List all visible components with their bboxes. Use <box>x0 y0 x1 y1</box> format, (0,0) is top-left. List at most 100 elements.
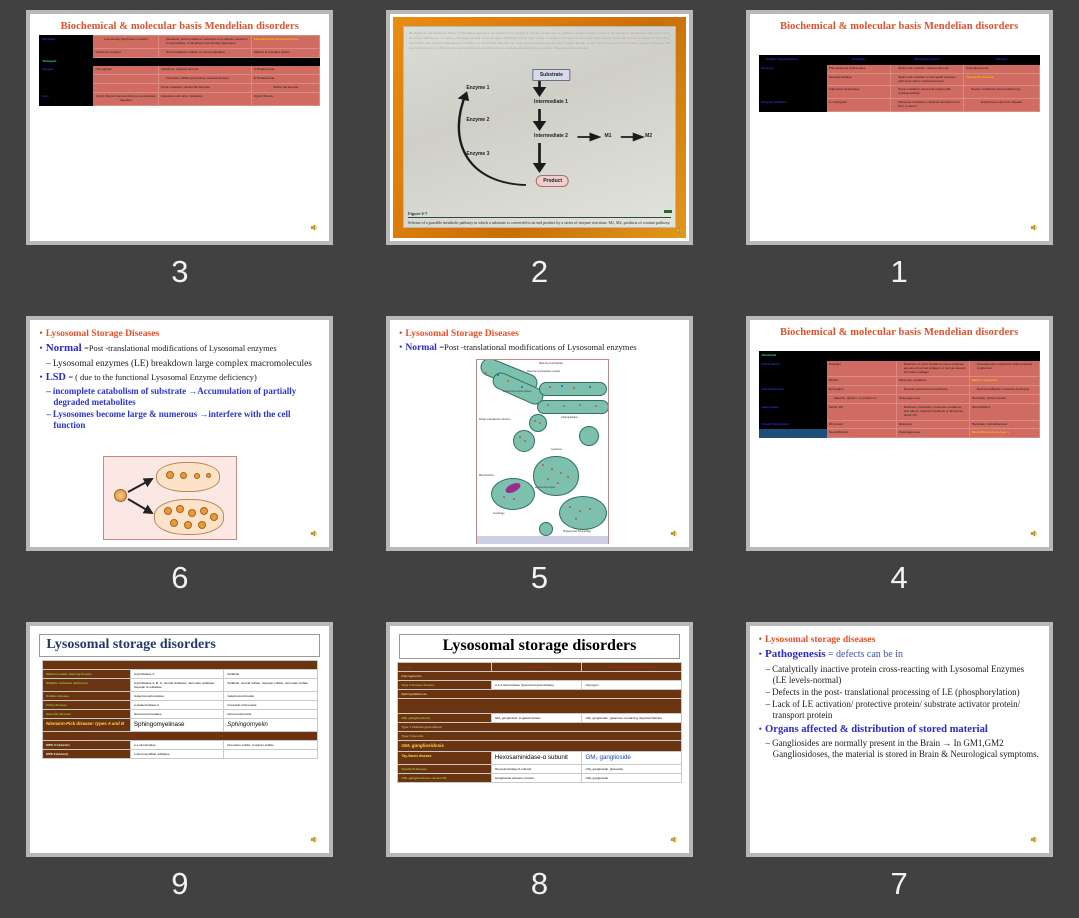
slide-cell-5[interactable]: • Lysosomal Storage Diseases • Normal =Pos… <box>360 306 720 612</box>
cell: Emphysema and liver disease <box>963 98 1040 112</box>
speaker-icon[interactable] <box>670 835 679 844</box>
cell: Cystic fibrosis <box>250 92 321 106</box>
cell: Arylsulfatase A, B, C; steroid sulfatase… <box>129 678 225 693</box>
sub-bullet: – Catalytically inactive protein cross-re… <box>765 663 1025 685</box>
cell-key: Type 2-Pompe disease <box>397 680 492 691</box>
slide-cell-6[interactable]: • Lysosomal Storage Diseases • Normal =Pos… <box>0 306 360 612</box>
slide-number-2: 2 <box>530 254 549 289</box>
col-header: Example <box>825 55 892 65</box>
table-section-row: GM₂ gangliosidosis <box>397 740 682 753</box>
speaker-icon[interactable] <box>670 529 679 538</box>
cell: Collagen <box>825 359 897 378</box>
table-row: Fabry disease α-Galactosidase A Ceramide… <box>42 700 318 711</box>
cell: Vitamin D receptor <box>92 47 160 58</box>
cell: Marfan syndrome <box>968 376 1040 387</box>
table-section-row: Type 1 infantile generalized <box>397 722 682 733</box>
table-row: Gaucher disease Glucocerebrosidase Gluco… <box>42 709 318 720</box>
slide-thumbnail-8[interactable]: Lysosomal storage disorders Disease Enzy… <box>385 622 693 857</box>
cell-key: Multiple sulfatase deficiency <box>42 678 131 693</box>
cell: Fibrillin <box>825 376 897 387</box>
speaker-icon[interactable] <box>310 835 319 844</box>
table-row: Type 2-Pompe disease α-1,4-Glucosidase (… <box>397 680 682 691</box>
slide-thumbnail-3[interactable]: Biochemical & molecular basis Mendelian … <box>26 10 334 245</box>
slide-9-content: Lysosomal storage disorders Sulfatidoses… <box>33 629 327 850</box>
slide-thumbnail-9[interactable]: Lysosomal storage disorders Sulfatidoses… <box>26 622 334 857</box>
cell: Missense mutations: impaired secretion f… <box>890 98 965 112</box>
table-row: Metachromatic leukodystrophy Arylsulfata… <box>42 669 318 680</box>
slide-number-4: 4 <box>890 560 908 595</box>
cell: α-L-Iduronidase <box>129 740 225 751</box>
table-section-row <box>397 698 682 715</box>
cell: Ganglioside activator protein <box>490 773 583 784</box>
table-section-row: Structural <box>758 351 1040 361</box>
cell: Deletion with reduced synthesis <box>895 385 970 396</box>
slide-cell-4[interactable]: Biochemical & molecular basis Mendelian … <box>719 306 1079 612</box>
slide-cell-2[interactable]: Biochemical and Molecular Basis of Mende… <box>360 0 720 306</box>
slide-4-title: Biochemical & molecular basis Mendelian … <box>779 327 1019 338</box>
cell: Deletions, insertions, nonsense mutation… <box>895 403 970 421</box>
table-row: GM₂ gangliosidosis variant AB Gangliosid… <box>397 773 682 784</box>
speaker-icon[interactable] <box>674 226 683 235</box>
cell <box>92 83 160 94</box>
table-row: Enzyme Phenylalanine hydroxylase Splice … <box>758 63 1040 74</box>
slide-thumbnail-5[interactable]: • Lysosomal Storage Diseases • Normal =Pos… <box>385 316 693 551</box>
slide-3-title: Biochemical & molecular basis Mendelian … <box>60 21 299 32</box>
bullet-title: • Lysosomal Storage Diseases <box>39 328 160 339</box>
slide-thumbnail-1[interactable]: Biochemical & molecular basis Mendelian … <box>745 10 1053 245</box>
table-row: Multiple sulfatase deficiency Arylsulfat… <box>42 678 318 693</box>
speaker-icon[interactable] <box>310 529 319 538</box>
cell: Arylsulfatase A <box>129 669 225 680</box>
cell: Point mutations: failure of normal signa… <box>158 47 252 58</box>
cell: Hemophilia A <box>968 403 1040 421</box>
cell: Glycogen <box>581 680 682 691</box>
cell: Splice site mutation: reduced amount <box>890 63 965 74</box>
diagram-arrows <box>127 478 155 515</box>
slide-cell-9[interactable]: Lysosomal storage disorders Sulfatidoses… <box>0 612 360 918</box>
slide-thumbnail-6[interactable]: • Lysosomal Storage Diseases • Normal =Pos… <box>26 316 334 551</box>
table-header-row: Disease Enzyme Deficiency Major Accumula… <box>397 661 682 673</box>
slide-3-table: Receptor Low-density lipoprotein recepto… <box>39 35 321 106</box>
section-label: Type 2 juvenile <box>397 731 682 742</box>
col-header: Disease <box>963 55 1040 65</box>
label-lysosome: Lysosome <box>550 448 562 451</box>
speaker-icon[interactable] <box>310 223 319 232</box>
cell: α-Thalassemia <box>250 65 321 76</box>
table-row: Vitamin D receptor Point mutations: fail… <box>39 47 321 58</box>
bullet-pathogenesis: • Pathogenesis = defects can be in <box>758 647 903 660</box>
bullet-normal: • Normal =Post -translational modificatio… <box>39 341 277 354</box>
section-label: Mucopolysaccharidoses (MPS) <box>42 731 318 742</box>
speaker-icon[interactable] <box>1030 835 1039 844</box>
cell: Hemoglobin <box>92 65 160 76</box>
cell: Tay-Sachs disease <box>963 72 1040 87</box>
cell: Sulfatide <box>223 669 318 680</box>
sub-bullet: – Lack of LE activation/ protective prote… <box>765 698 1021 720</box>
speaker-icon[interactable] <box>1030 223 1039 232</box>
cell: GM₂ ganglioside <box>581 773 682 784</box>
slide-5-content: • Lysosomal Storage Diseases • Normal =Pos… <box>392 323 686 544</box>
table-row: Oxygen Hemoglobin Deletions: reduced amo… <box>39 65 321 76</box>
cell-key: Ions <box>39 92 94 106</box>
sub-bullet: – Defects in the post- translational proc… <box>765 686 1020 697</box>
slide-cell-3[interactable]: Biochemical & molecular basis Mendelian … <box>0 0 360 306</box>
cell: Ceramide trihexoside <box>223 700 318 711</box>
table-row: Krabbe disease Galactocerebrosidase Gala… <box>42 691 318 702</box>
slide-thumbnail-2[interactable]: Biochemical and Molecular Basis of Mende… <box>385 10 693 245</box>
cell-key: Metachromatic leukodystrophy <box>42 669 131 680</box>
table-section-row: Type 2 juvenile <box>397 731 682 742</box>
slide-4-content: Biochemical & molecular basis Mendelian … <box>752 323 1046 544</box>
cell: Deletions <box>895 419 970 430</box>
slide-thumbnail-7[interactable]: • Lysosomal storage diseases • Pathogenesi… <box>745 622 1053 857</box>
label-rough-er: Rough endoplasmic reticulum <box>478 418 511 421</box>
cell: Missense mutations <box>895 376 970 387</box>
slide-cell-1[interactable]: Biochemical & molecular basis Mendelian … <box>719 0 1079 306</box>
slide-thumbnail-4[interactable]: Biochemical & molecular basis Mendelian … <box>745 316 1053 551</box>
cell-key <box>39 74 94 85</box>
slide-cell-8[interactable]: Lysosomal storage disorders Disease Enzy… <box>360 612 720 918</box>
section-label: GM₂ gangliosidosis <box>397 740 682 753</box>
speaker-icon[interactable] <box>1030 529 1039 538</box>
label-autophagy: Autophagy <box>492 512 505 515</box>
table-section-row: Mucopolysaccharidoses (MPS) <box>42 731 318 742</box>
slide-cell-7[interactable]: • Lysosomal storage diseases • Pathogenesi… <box>719 612 1079 918</box>
cell-key: Cell membrane <box>758 385 827 396</box>
bullet-title: • Lysosomal storage diseases <box>758 634 876 645</box>
